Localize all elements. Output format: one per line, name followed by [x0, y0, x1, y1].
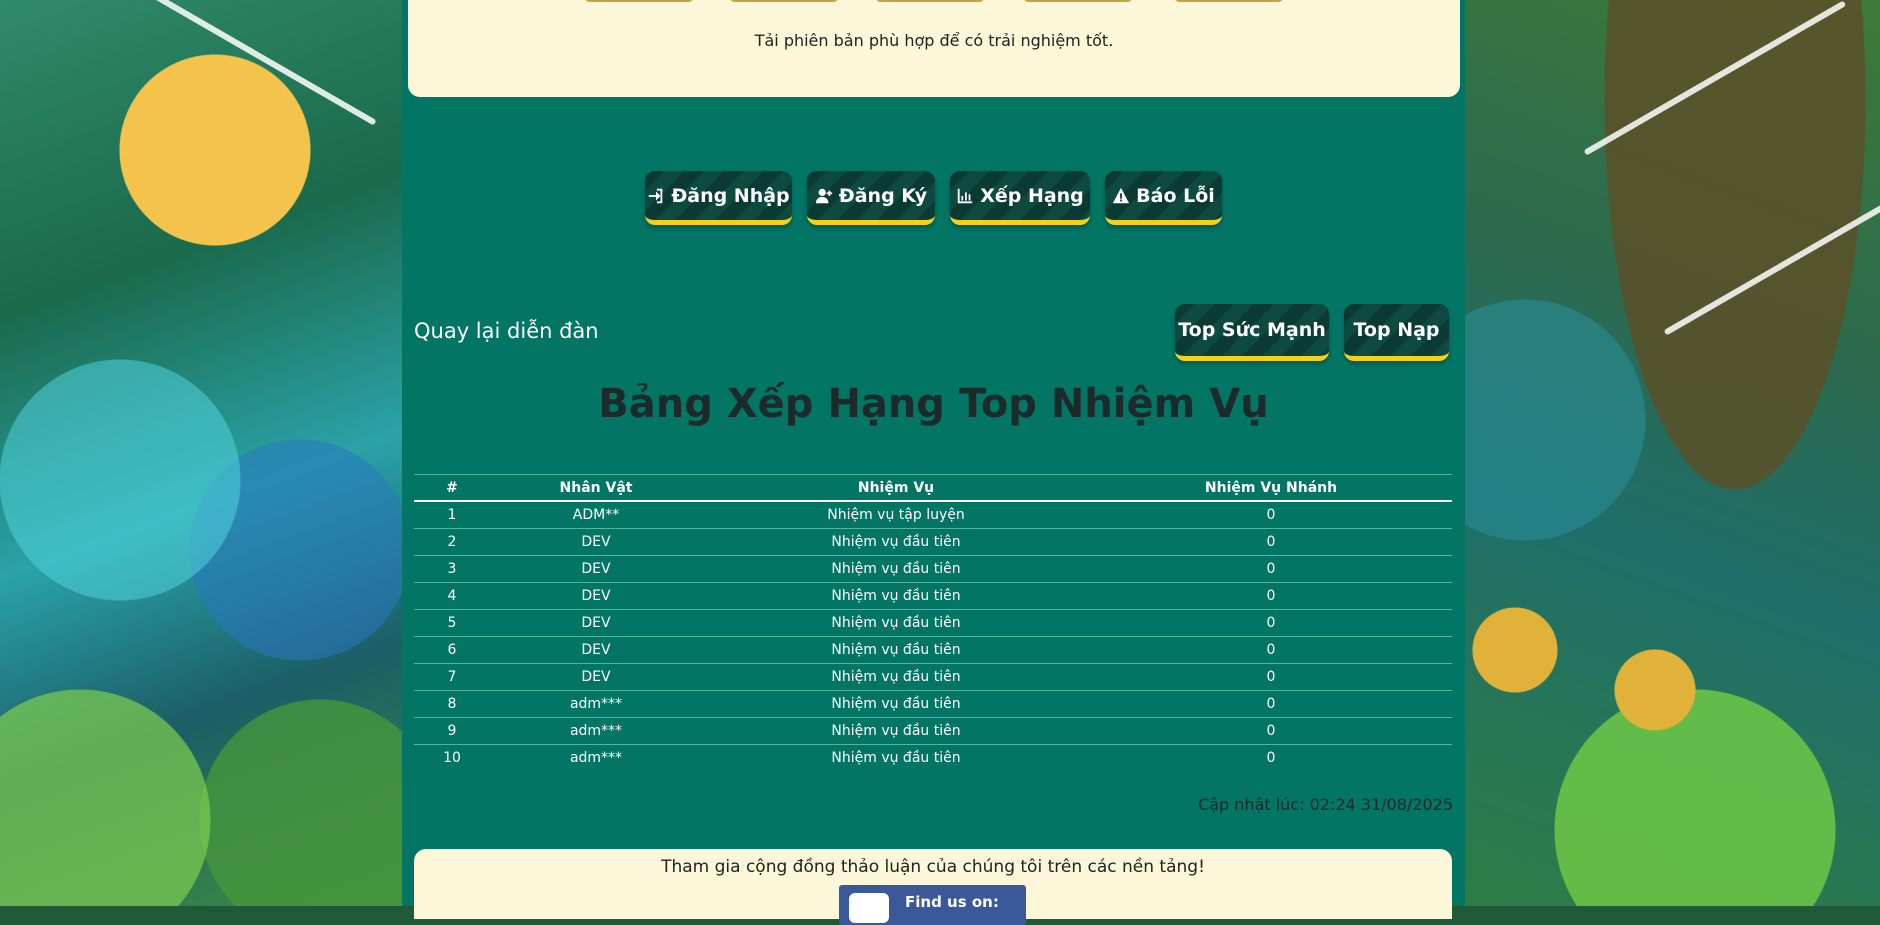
character-cell: DEV [490, 582, 702, 610]
side-quest-cell: 0 [1090, 690, 1452, 718]
rank-cell: 3 [414, 555, 490, 583]
side-quest-cell: 0 [1090, 609, 1452, 637]
side-quest-cell: 0 [1090, 717, 1452, 745]
table-body: 1 ADM** Nhiệm vụ tập luyện 0 2 DEV Nhiệm vụ đ… [414, 501, 1452, 771]
login-button[interactable]: Đăng Nhập [645, 171, 792, 225]
download-hint: Tải phiên bản phù hợp để có trải nghiệm … [754, 31, 1114, 50]
ranking-label: Xếp Hạng [980, 184, 1084, 207]
rank-cell: 4 [414, 582, 490, 610]
table-row: 7 DEV Nhiệm vụ đầu tiên 0 [414, 663, 1452, 691]
register-button[interactable]: Đăng Ký [807, 171, 935, 225]
quest-cell: Nhiệm vụ đầu tiên [702, 636, 1090, 664]
rank-cell: 7 [414, 663, 490, 691]
facebook-icon [849, 893, 889, 923]
top-power-label: Top Sức Mạnh [1178, 319, 1326, 341]
rank-cell: 6 [414, 636, 490, 664]
table-row: 5 DEV Nhiệm vụ đầu tiên 0 [414, 609, 1452, 637]
register-label: Đăng Ký [838, 184, 928, 207]
quest-cell: Nhiệm vụ đầu tiên [831, 750, 961, 766]
side-quest-cell: 0 [1090, 555, 1452, 583]
page-title: Bảng Xếp Hạng Top Nhiệm Vụ [598, 381, 1269, 427]
ranking-table: # Nhân Vật Nhiệm Vụ Nhiệm Vụ Nhánh 1 ADM*… [414, 474, 1452, 771]
table-header-row: # Nhân Vật Nhiệm Vụ Nhiệm Vụ Nhánh [414, 474, 1452, 502]
report-bug-button[interactable]: Báo Lỗi [1105, 171, 1222, 225]
table-row: 4 DEV Nhiệm vụ đầu tiên 0 [414, 582, 1452, 610]
top-power-button[interactable]: Top Sức Mạnh [1175, 304, 1329, 361]
character-cell: DEV [490, 663, 702, 691]
bar-chart-icon [957, 188, 973, 203]
character-cell: adm*** [490, 717, 702, 745]
character-cell: DEV [490, 555, 702, 583]
side-quest-cell: 0 [1090, 582, 1452, 610]
side-quest-cell: 0 [1090, 501, 1452, 529]
table-row: 3 DEV Nhiệm vụ đầu tiên 0 [414, 555, 1452, 583]
last-updated: Cập nhật lúc: 02:24 31/08/2025 [1198, 795, 1453, 814]
character-cell: DEV [490, 528, 702, 556]
download-panel: Tải phiên bản phù hợp để có trải nghiệm … [408, 0, 1460, 97]
top-topup-button[interactable]: Top Nạp [1344, 304, 1449, 361]
rank-cell: 1 [414, 501, 490, 529]
quest-cell: Nhiệm vụ đầu tiên [702, 528, 1090, 556]
background-left [0, 0, 402, 906]
character-cell: ADM** [490, 501, 702, 529]
rank-cell: 9 [414, 717, 490, 745]
main-column: Tải phiên bản phù hợp để có trải nghiệm … [402, 0, 1465, 925]
download-button[interactable] [875, 0, 985, 2]
quest-cell: Nhiệm vụ tập luyện [702, 501, 1090, 529]
rank-cell: 5 [414, 609, 490, 637]
column-header: Nhiệm Vụ [702, 474, 1090, 502]
table-row: 1 ADM** Nhiệm vụ tập luyện 0 [414, 501, 1452, 529]
quest-cell: Nhiệm vụ đầu tiên [702, 663, 1090, 691]
table-row: 9 adm*** Nhiệm vụ đầu tiên 0 [414, 717, 1452, 745]
column-header: Nhiệm Vụ Nhánh [1090, 474, 1452, 502]
quest-cell: Nhiệm vụ đầu tiên [702, 690, 1090, 718]
community-text: Tham gia cộng đồng thảo luận của chúng t… [661, 857, 1205, 877]
character-cell: adm*** [569, 750, 623, 766]
quest-cell: Nhiệm vụ đầu tiên [702, 609, 1090, 637]
column-header: Nhân Vật [490, 474, 702, 502]
warning-icon [1113, 187, 1130, 203]
side-quest-cell: 0 [1090, 636, 1452, 664]
download-button[interactable] [1023, 0, 1133, 2]
download-button[interactable] [584, 0, 694, 2]
character-cell: DEV [490, 609, 702, 637]
facebook-badge[interactable]: Find us on: [839, 885, 1026, 925]
login-label: Đăng Nhập [671, 184, 790, 207]
facebook-label: Find us on: [905, 893, 999, 911]
rank-cell: 8 [414, 690, 490, 718]
download-button[interactable] [729, 0, 839, 2]
column-header: # [414, 474, 490, 502]
background-right [1465, 0, 1880, 906]
top-topup-label: Top Nạp [1353, 319, 1440, 341]
quest-cell: Nhiệm vụ đầu tiên [702, 717, 1090, 745]
character-cell: DEV [490, 636, 702, 664]
user-plus-icon [815, 188, 832, 203]
community-panel: Tham gia cộng đồng thảo luận của chúng t… [414, 849, 1452, 925]
sign-in-icon [649, 188, 663, 203]
rank-cell: 10 [443, 750, 461, 766]
quest-cell: Nhiệm vụ đầu tiên [702, 555, 1090, 583]
character-cell: adm*** [490, 690, 702, 718]
table-row: 10 adm*** Nhiệm vụ đầu tiên 0 [414, 745, 1452, 772]
rank-cell: 2 [414, 528, 490, 556]
back-to-forum-link[interactable]: Quay lại diễn đàn [414, 319, 599, 343]
quest-cell: Nhiệm vụ đầu tiên [702, 582, 1090, 610]
table-row: 2 DEV Nhiệm vụ đầu tiên 0 [414, 528, 1452, 556]
side-quest-cell: 0 [1090, 663, 1452, 691]
ranking-button[interactable]: Xếp Hạng [950, 171, 1090, 225]
side-quest-cell: 0 [1090, 528, 1452, 556]
report-bug-label: Báo Lỗi [1136, 184, 1215, 207]
download-button[interactable] [1174, 0, 1284, 2]
table-row: 6 DEV Nhiệm vụ đầu tiên 0 [414, 636, 1452, 664]
table-row: 8 adm*** Nhiệm vụ đầu tiên 0 [414, 690, 1452, 718]
side-quest-cell: 0 [1266, 750, 1276, 766]
